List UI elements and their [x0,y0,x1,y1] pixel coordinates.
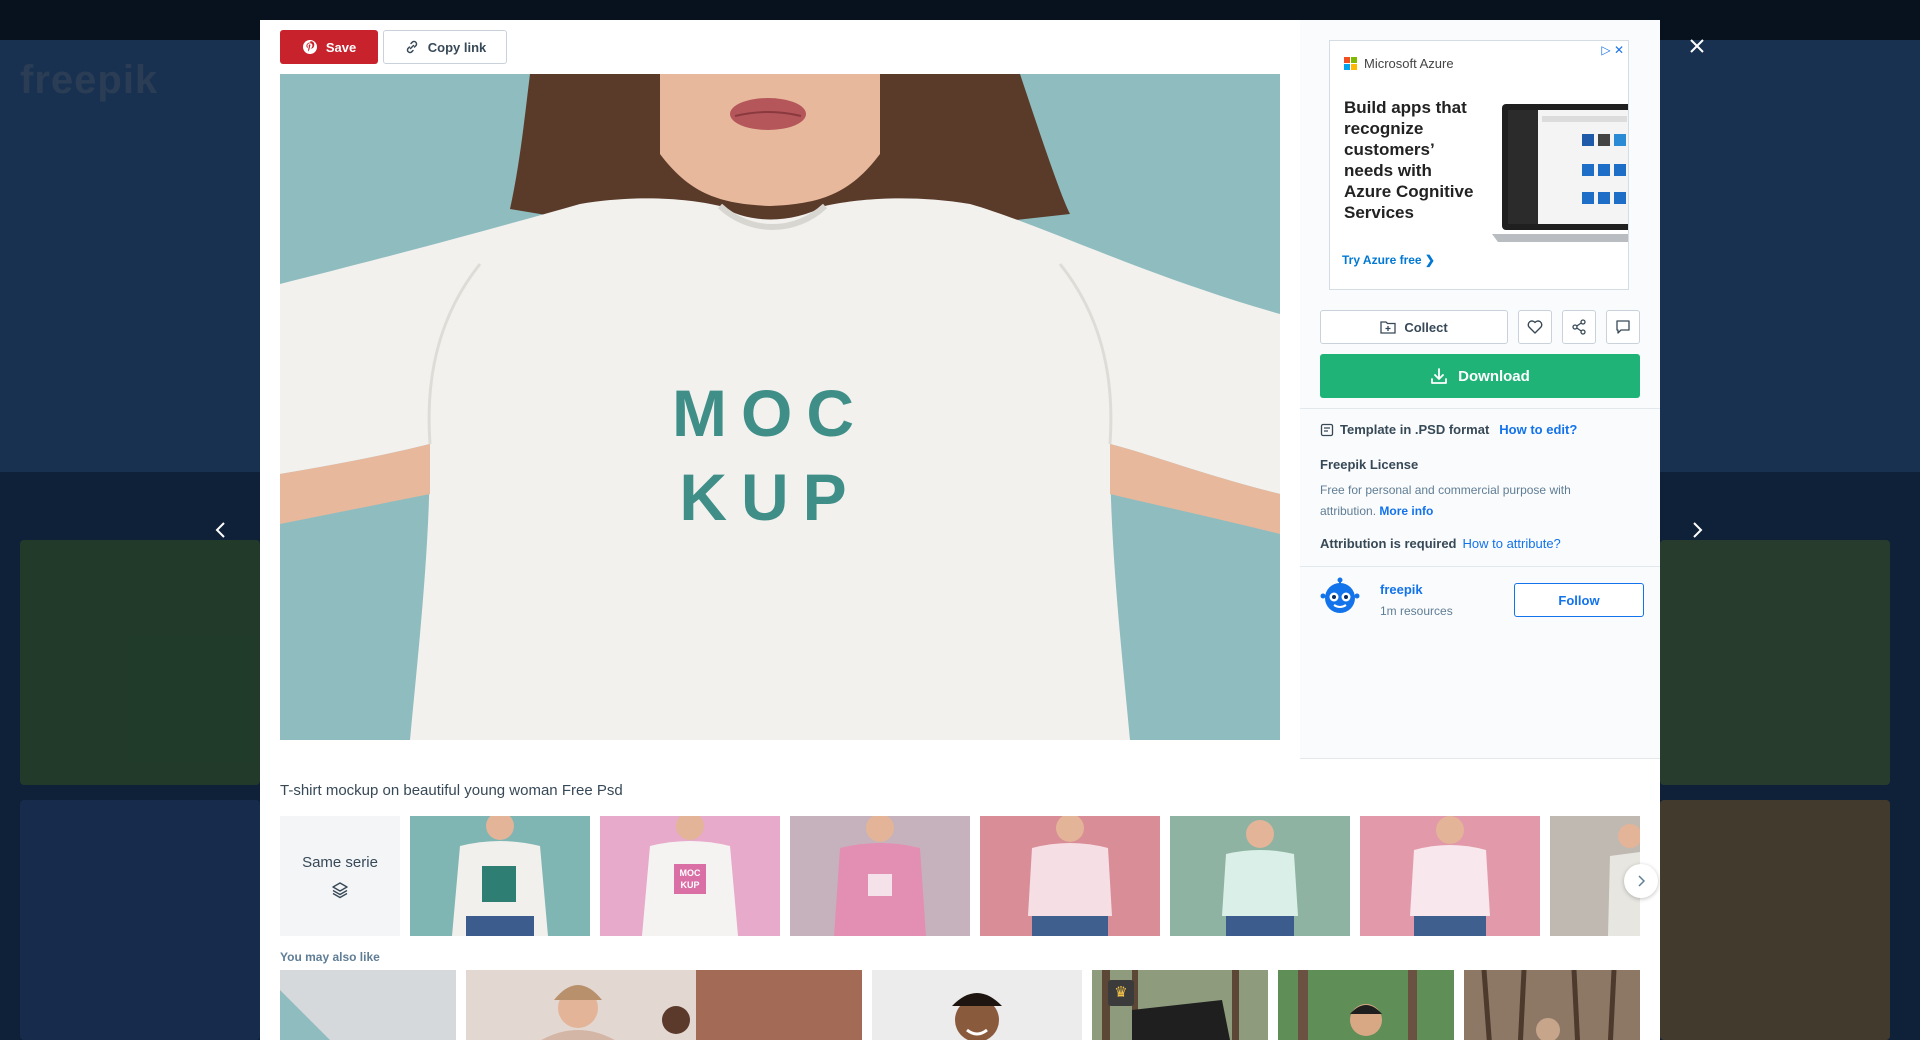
license-desc-text: Free for personal and commercial purpose… [1320,483,1571,518]
pinterest-save-button[interactable]: Save [280,30,378,64]
attribution-text: Attribution is required [1320,536,1457,551]
series-thumbnail[interactable] [790,816,970,936]
follow-button[interactable]: Follow [1514,583,1644,617]
shirt-text-line2: KUP [679,460,860,534]
share-icon [1572,319,1586,335]
series-thumbnail[interactable] [1360,816,1540,936]
copy-link-button[interactable]: Copy link [383,30,507,64]
download-label: Download [1458,367,1530,385]
series-next-button[interactable] [1624,864,1658,898]
download-icon [1431,368,1448,384]
related-image[interactable] [872,970,1082,1040]
divider [1300,758,1660,759]
related-image[interactable] [280,970,456,1040]
author-name[interactable]: freepik [1380,582,1423,597]
how-to-attribute-link[interactable]: How to attribute? [1463,536,1561,551]
chevron-right-icon [1638,875,1645,887]
format-info: Template in .PSD format How to edit? [1320,422,1577,437]
collect-button[interactable]: Collect [1320,310,1508,344]
ad-choices-icon[interactable]: ▷ ✕ [1601,43,1624,57]
previous-resource-button[interactable] [206,513,236,547]
divider [1300,566,1660,567]
close-modal-button[interactable] [1682,30,1712,60]
you-may-also-like-heading: You may also like [280,950,380,964]
thumb-mock-line2: KUP [680,880,699,890]
save-label: Save [325,39,357,55]
ad-brand-name: Microsoft Azure [1364,56,1454,71]
author-resources: 1m resources [1380,604,1453,618]
share-button[interactable] [1562,310,1596,344]
ad-headline: Build apps that recognize customers’ nee… [1344,98,1474,222]
tshirt-mockup-illustration: MOC KUP [280,74,1280,740]
download-button[interactable]: Download [1320,354,1640,398]
series-thumbnail[interactable]: MOC KUP [600,816,780,936]
series-thumbnail[interactable] [1170,816,1350,936]
same-serie-label: Same serie [302,853,378,871]
comment-button[interactable] [1606,310,1640,344]
advertisement[interactable]: Microsoft Azure ▷ ✕ Build apps that reco… [1329,40,1629,290]
ad-cta-link[interactable]: Try Azure free ❯ [1342,253,1435,267]
related-image[interactable] [1278,970,1454,1040]
file-icon [1320,423,1334,436]
pinterest-icon [302,40,317,54]
copy-link-label: Copy link [427,39,487,55]
same-serie-card[interactable]: Same serie [280,816,400,936]
related-image[interactable] [1464,970,1640,1040]
chevron-left-icon [215,522,225,538]
next-resource-button[interactable] [1682,513,1712,547]
author-avatar[interactable] [1320,576,1360,616]
more-info-link[interactable]: More info [1379,504,1433,518]
divider [1300,408,1660,409]
thumb-mock-line1: MOC [680,868,701,878]
series-thumbnail[interactable] [980,816,1160,936]
laptop-illustration [1492,104,1628,242]
resource-preview-image[interactable]: MOC KUP [280,74,1280,740]
microsoft-logo-icon [1344,56,1358,71]
ad-brand: Microsoft Azure [1344,56,1454,71]
attribution-info: Attribution is required How to attribute… [1320,536,1561,551]
chevron-right-icon [1693,522,1703,538]
how-to-edit-link[interactable]: How to edit? [1499,422,1577,437]
resource-title: T-shirt mockup on beautiful young woman … [280,782,623,799]
related-image[interactable] [466,970,862,1040]
license-description: Free for personal and commercial purpose… [1320,480,1620,522]
series-thumbnail[interactable] [410,816,590,936]
layers-icon [332,881,348,898]
collect-label: Collect [1404,319,1448,335]
resource-side-panel: Microsoft Azure ▷ ✕ Build apps that reco… [1300,20,1660,758]
premium-crown-icon: ♛ [1108,980,1134,1006]
license-title: Freepik License [1320,457,1419,472]
resource-modal: Save Copy link MOC KUP Microsoft Azure ▷… [260,20,1660,1040]
link-icon [406,40,417,54]
close-icon [1690,39,1704,53]
shirt-text-line1: MOC [672,376,868,450]
like-button[interactable] [1518,310,1552,344]
heart-icon [1527,320,1543,334]
format-text: Template in .PSD format [1340,422,1490,437]
folder-plus-icon [1380,321,1396,334]
comment-icon [1616,320,1630,334]
